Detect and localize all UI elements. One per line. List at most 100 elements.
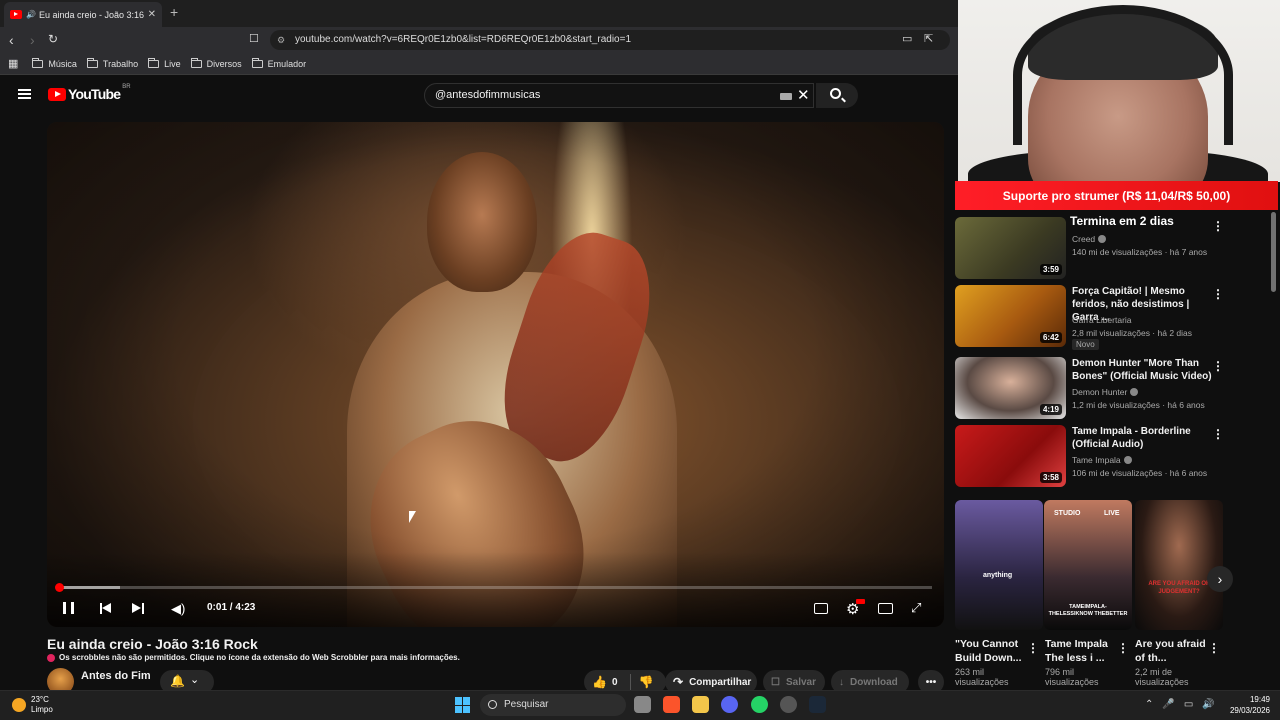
shorts-next-arrow-icon[interactable]: › [1207,566,1233,592]
recommendation-item[interactable]: 4:19 Demon Hunter "More Than Bones" (Off… [955,357,1275,419]
browser-tab[interactable]: 🔊 Eu ainda creio - João 3:16 Ro ✕ [4,2,162,27]
duration-badge: 3:59 [1039,264,1062,275]
task-view-icon[interactable] [634,696,651,713]
folder-icon [32,57,44,68]
forward-icon[interactable]: › [30,32,35,48]
video-thumbnail[interactable]: 4:19 [955,357,1066,419]
pause-icon[interactable] [63,602,74,614]
search-input[interactable]: @antesdofimmusicas [424,83,814,108]
more-vertical-icon[interactable]: ⋮ [1212,219,1224,233]
short-label-studio: STUDIO [1054,510,1081,517]
video-thumbnail[interactable]: 3:58 [955,425,1066,487]
weather-temp: 23°C [31,695,49,704]
recommendation-item[interactable]: 6:42 Força Capitão! | Mesmo feridos, não… [955,285,1275,350]
more-vertical-icon[interactable]: ⋮ [1208,641,1220,655]
short-views: 2,2 mi de visualizações [1135,667,1189,687]
clear-search-icon[interactable]: ✕ [797,86,810,104]
previous-icon[interactable] [100,603,112,614]
recommendation-channel[interactable]: Creed [1072,234,1107,244]
bookmark-folder-diversos[interactable]: Diversos [190,57,242,69]
channel-name[interactable]: Antes do Fim [81,670,151,682]
save-playlist-icon: ☐ [771,676,780,688]
dislike-icon[interactable]: 👎 [639,675,654,689]
more-vertical-icon[interactable]: ⋮ [1212,287,1224,301]
short-title[interactable]: "You Cannot Build Down... [955,637,1035,665]
bookmark-folder-live[interactable]: Live [148,57,181,69]
steam-icon[interactable] [809,696,826,713]
more-vertical-icon[interactable]: ⋮ [1212,427,1224,441]
url-field[interactable]: ⚙ youtube.com/watch?v=6REQr0E1zb0&list=R… [270,30,950,50]
back-icon[interactable]: ‹ [9,32,14,48]
youtube-logo[interactable]: YouTube BR [48,84,131,102]
short-title[interactable]: Are you afraid of th... [1135,637,1207,665]
speaker-icon[interactable]: 🔊 [26,10,36,19]
theater-mode-icon[interactable] [878,603,893,614]
recommendation-channel[interactable]: Garra Libertaria [1072,315,1132,325]
short-info: Are you afraid of th... 2,2 mi de visual… [1135,637,1207,687]
share-page-icon[interactable]: ⇱ [924,32,933,45]
bookmark-folder-emulador[interactable]: Emulador [251,57,306,69]
menu-icon[interactable] [18,89,31,99]
verified-icon [1130,388,1139,396]
search-button[interactable] [816,83,858,108]
scrobbler-icon [47,653,55,662]
recommendation-meta: 1,2 mi de visualizações · há 6 anos [1072,400,1205,410]
more-vertical-icon[interactable]: ⋮ [1117,641,1129,655]
url-text: youtube.com/watch?v=6REQr0E1zb0&list=RD6… [295,34,632,45]
system-tray-icons[interactable]: ⌃🎤▭🔊 [1145,699,1224,710]
youtube-favicon-icon [10,10,22,19]
progress-scrubber[interactable] [55,583,64,592]
taskbar-search[interactable]: Pesquisar [480,694,626,716]
recommendation-item[interactable]: 3:58 Tame Impala - Borderline (Official … [955,425,1275,487]
next-icon[interactable] [132,603,144,614]
file-explorer-icon[interactable] [692,696,709,713]
short-info: Tame Impala The less i ... 796 mil visua… [1045,637,1117,687]
short-thumbnail[interactable]: STUDIO LIVE TAMEIMPALA-THELESSIKNOW THEB… [1044,500,1132,630]
start-button[interactable] [455,697,471,713]
apps-grid-icon[interactable]: ▦ [8,57,18,70]
short-caption: ARE YOU AFRAID OF JUDGEMENT? [1148,581,1210,595]
more-vertical-icon[interactable]: ⋮ [1027,641,1039,655]
short-title[interactable]: Tame Impala The less i ... [1045,637,1117,665]
fullscreen-icon[interactable]: ⤢ [911,600,921,616]
more-vertical-icon[interactable]: ⋮ [1212,359,1224,373]
bookmark-icon[interactable]: ☐ [249,32,259,45]
bookmark-folder-trabalho[interactable]: Trabalho [86,57,138,69]
short-thumbnail[interactable]: ARE YOU AFRAID OF JUDGEMENT? [1135,500,1223,630]
recommendation-title[interactable]: Tame Impala - Borderline (Official Audio… [1072,425,1212,451]
cast-icon[interactable]: ▭ [902,32,912,45]
divider [629,674,631,690]
discord-icon[interactable] [721,696,738,713]
short-caption: anything [983,572,1013,579]
short-thumbnail[interactable]: anything [955,500,1043,630]
close-tab-icon[interactable]: ✕ [148,9,156,20]
video-player[interactable]: ◀) 0:01 / 4:23 ⚙ ⤢ [47,122,944,627]
recommendation-title[interactable]: Demon Hunter "More Than Bones" (Official… [1072,357,1212,383]
recommendation-channel[interactable]: Demon Hunter [1072,387,1139,397]
bookmark-folder-musica[interactable]: Música [32,57,77,69]
scrobbler-notice: Os scrobbles não são permitidos. Clique … [47,653,460,662]
like-icon[interactable]: 👍 [592,675,607,689]
brave-browser-icon[interactable] [663,696,680,713]
new-tab-icon[interactable]: + [170,4,178,20]
whatsapp-icon[interactable] [751,696,768,713]
recommendation-item[interactable]: 3:59 Creed 140 mi de visualizações · há … [955,217,1275,279]
reload-icon[interactable]: ↻ [48,32,58,46]
obs-icon[interactable] [780,696,797,713]
clock[interactable]: 19:49 29/03/2026 [1230,694,1270,716]
volume-icon[interactable]: ◀) [171,601,185,617]
keyboard-icon[interactable] [780,93,792,100]
recommendation-meta: 2,8 mil visualizações · há 2 dias [1072,328,1193,338]
video-thumbnail[interactable]: 3:59 [955,217,1066,279]
sidebar-scrollbar[interactable] [1271,212,1276,292]
weather-widget[interactable]: 23°C Limpo [12,695,53,715]
address-bar-row: ‹ › ↻ ☐ ⚙ youtube.com/watch?v=6REQr0E1zb… [0,27,960,53]
tab-title: Eu ainda creio - João 3:16 Ro [38,9,144,20]
video-thumbnail[interactable]: 6:42 [955,285,1066,347]
progress-bar[interactable] [59,586,932,589]
recommendation-channel[interactable]: Tame Impala [1072,455,1132,465]
subtitles-icon[interactable] [814,603,828,614]
short-info: "You Cannot Build Down... 263 mil visual… [955,637,1035,687]
verified-icon [1123,456,1132,464]
site-info-icon[interactable]: ⚙ [277,30,285,50]
